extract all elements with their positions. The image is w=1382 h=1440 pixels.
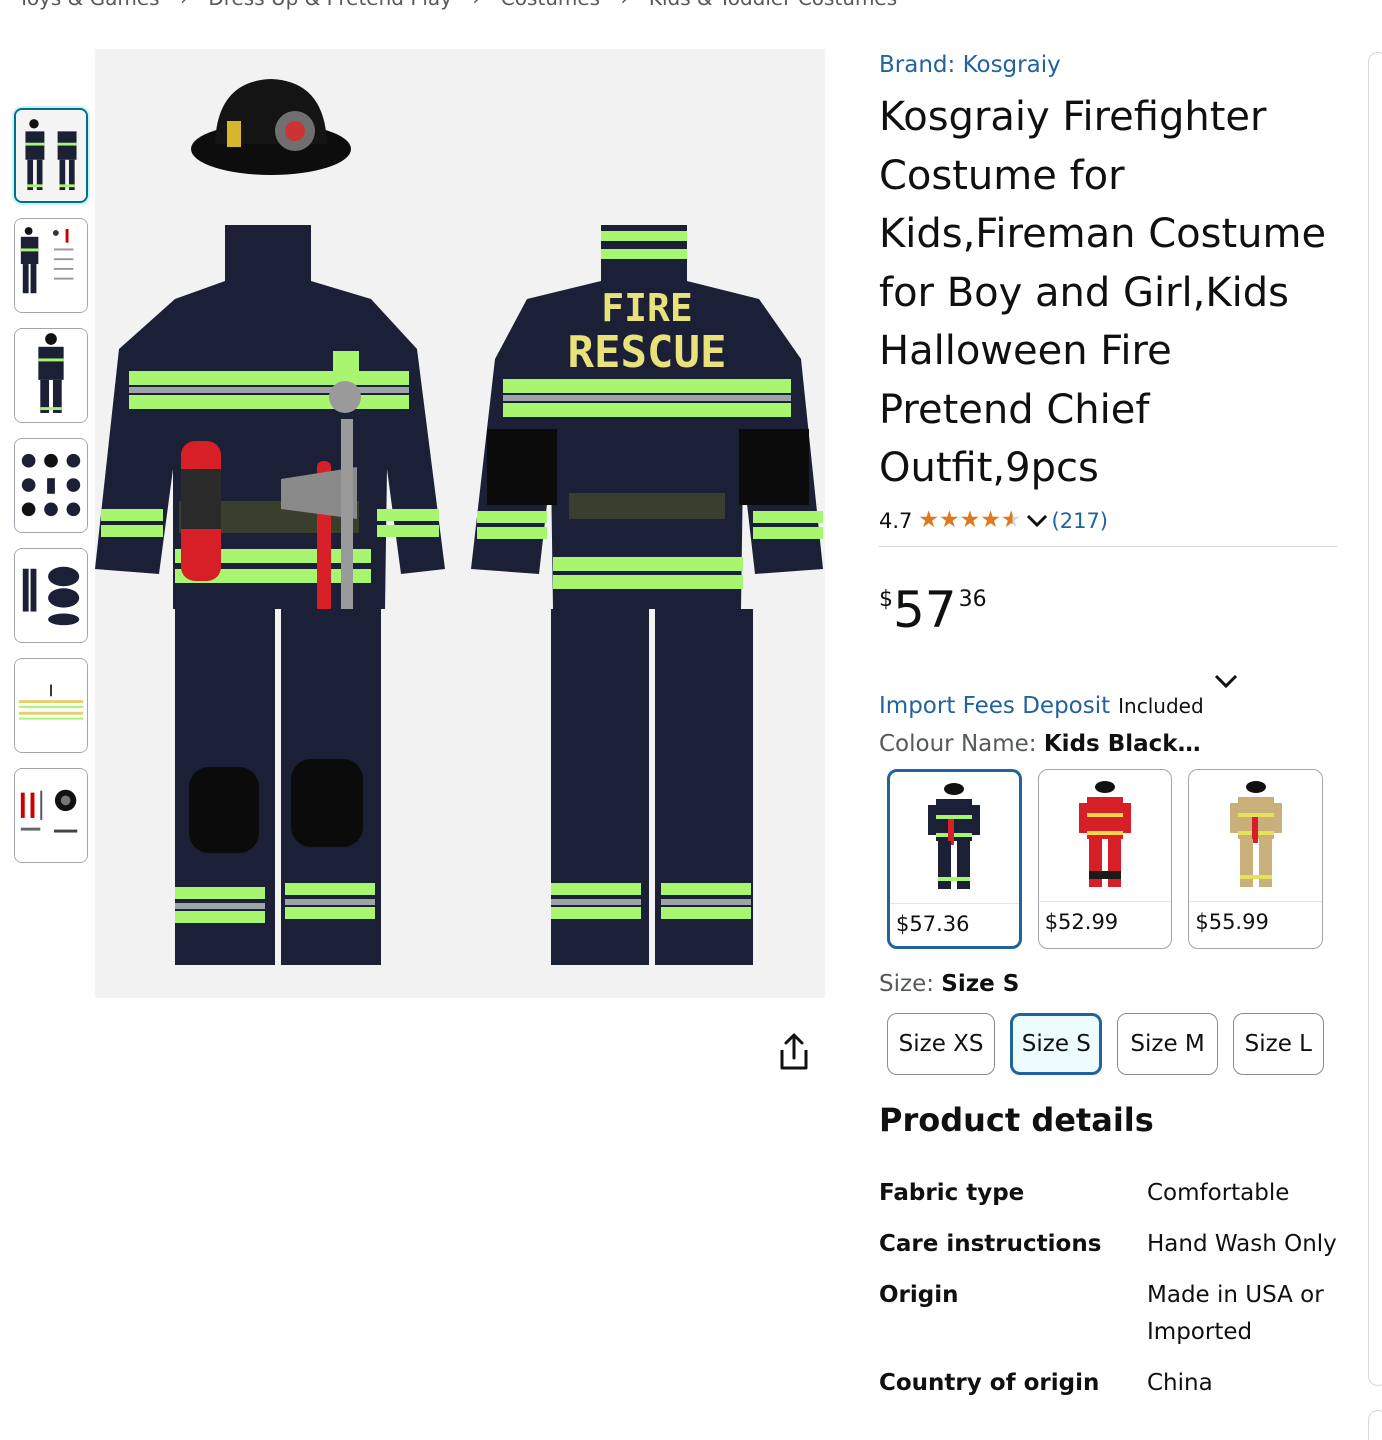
size-xs-button[interactable]: Size XS (887, 1012, 996, 1075)
breadcrumb-item[interactable]: Costumes (501, 0, 600, 10)
share-icon[interactable] (774, 1030, 814, 1074)
swatch-price: $52.99 (1044, 909, 1119, 934)
import-fees-row: Import Fees Deposit Included (879, 674, 1339, 727)
colour-swatch-red[interactable]: $52.99 (1037, 768, 1173, 949)
thumbnail-pants-helmet[interactable] (14, 548, 88, 643)
details-key: Country of origin (879, 1369, 1100, 1396)
price-fraction: 36 (958, 586, 987, 612)
thumbnail-front-back[interactable] (14, 108, 88, 203)
colour-label: Colour Name: Kids Black… (879, 731, 1339, 765)
import-fees-link[interactable]: Import Fees Deposit (879, 693, 1110, 719)
details-value: Hand Wash Only (1147, 1230, 1337, 1257)
colour-value: Kids Black… (1043, 730, 1201, 757)
thumbnail-tools[interactable] (14, 768, 88, 863)
side-panel-edge (1368, 1410, 1382, 1440)
rating-row: 4.7 ★ ★ ★ ★ ★ (217) (879, 506, 1339, 536)
size-value: Size S (941, 970, 1020, 997)
breadcrumb-item[interactable]: Toys & Games (18, 0, 160, 10)
details-value: China (1147, 1369, 1213, 1396)
thumbnail-accessories[interactable] (14, 218, 88, 313)
size-s-button[interactable]: Size S (1010, 1012, 1103, 1075)
swatch-image (890, 772, 1019, 904)
breadcrumb-item[interactable]: Kids & Toddler Costumes (649, 0, 897, 10)
breadcrumb-item[interactable]: Dress Up & Pretend Play (208, 0, 452, 10)
details-row: Origin Made in USA or Imported (879, 1277, 1339, 1351)
details-key: Care instructions (879, 1230, 1102, 1257)
details-row: Care instructions Hand Wash Only (879, 1226, 1339, 1263)
details-key: Fabric type (879, 1179, 1025, 1206)
swatch-image (1189, 770, 1322, 902)
price-whole: 57 (893, 580, 957, 639)
star-icon: ★ (939, 507, 960, 533)
size-options: Size XS Size S Size M Size L (887, 1012, 1339, 1075)
fire-text: FIRE (601, 286, 693, 330)
thumbnail-strip (14, 108, 88, 878)
thumbnail-front[interactable] (14, 328, 88, 423)
chevron-down-icon[interactable] (1026, 514, 1048, 528)
details-value: Comfortable (1147, 1179, 1290, 1206)
thumbnail-grid[interactable] (14, 438, 88, 533)
details-row: Fabric type Comfortable (879, 1175, 1339, 1212)
size-l-button[interactable]: Size L (1232, 1012, 1324, 1075)
details-key: Origin (879, 1281, 959, 1308)
swatch-price: $55.99 (1195, 909, 1269, 934)
price-symbol: $ (879, 586, 893, 612)
breadcrumb: Toys & Games › Dress Up & Pretend Play ›… (18, 0, 911, 10)
import-fees-included: Included (1118, 693, 1204, 718)
size-label-text: Size: (879, 970, 942, 997)
price: $ 57 36 (879, 581, 1339, 641)
star-icon: ★ (959, 507, 981, 533)
size-label: Size: Size S (879, 971, 1339, 1005)
brand-link[interactable]: Brand: Kosgraiy (879, 52, 1339, 86)
breadcrumb-separator: › (620, 0, 628, 10)
star-icon: ★ (918, 507, 940, 533)
colour-swatch-khaki[interactable]: $55.99 (1188, 768, 1323, 949)
star-icon: ★ (980, 507, 1001, 533)
rating-value: 4.7 (879, 508, 913, 533)
half-star-icon: ★ (1000, 507, 1022, 533)
star-rating[interactable]: ★ ★ ★ ★ ★ (918, 509, 1021, 532)
product-info: Brand: Kosgraiy Kosgraiy Firefighter Cos… (879, 52, 1339, 1416)
product-details-heading: Product details (879, 1100, 1154, 1139)
rescue-text: RESCUE (568, 327, 727, 378)
product-title: Kosgraiy Firefighter Costume for Kids,Fi… (879, 94, 1327, 491)
size-m-button[interactable]: Size M (1117, 1012, 1218, 1075)
breadcrumb-separator: › (472, 0, 480, 10)
swatch-price: $57.36 (896, 911, 970, 936)
swatch-image (1038, 770, 1172, 902)
details-value: Made in USA or Imported (1147, 1281, 1324, 1345)
colour-swatches: $57.36 $52.99 $55.99 (887, 768, 1339, 949)
details-row: Country of origin China (879, 1365, 1339, 1402)
main-product-image[interactable]: FIRE RESCUE (95, 49, 825, 998)
colour-swatch-black[interactable]: $57.36 (887, 768, 1022, 949)
colour-label-text: Colour Name: (879, 730, 1044, 757)
divider (879, 545, 1337, 547)
thumbnail-size-chart[interactable] (14, 658, 88, 753)
breadcrumb-separator: › (180, 0, 188, 10)
product-details-table: Fabric type Comfortable Care instruction… (879, 1175, 1339, 1402)
buy-box-panel-edge (1368, 52, 1382, 1386)
chevron-down-icon[interactable] (1213, 673, 1239, 689)
review-count-link[interactable]: (217) (1052, 509, 1108, 533)
